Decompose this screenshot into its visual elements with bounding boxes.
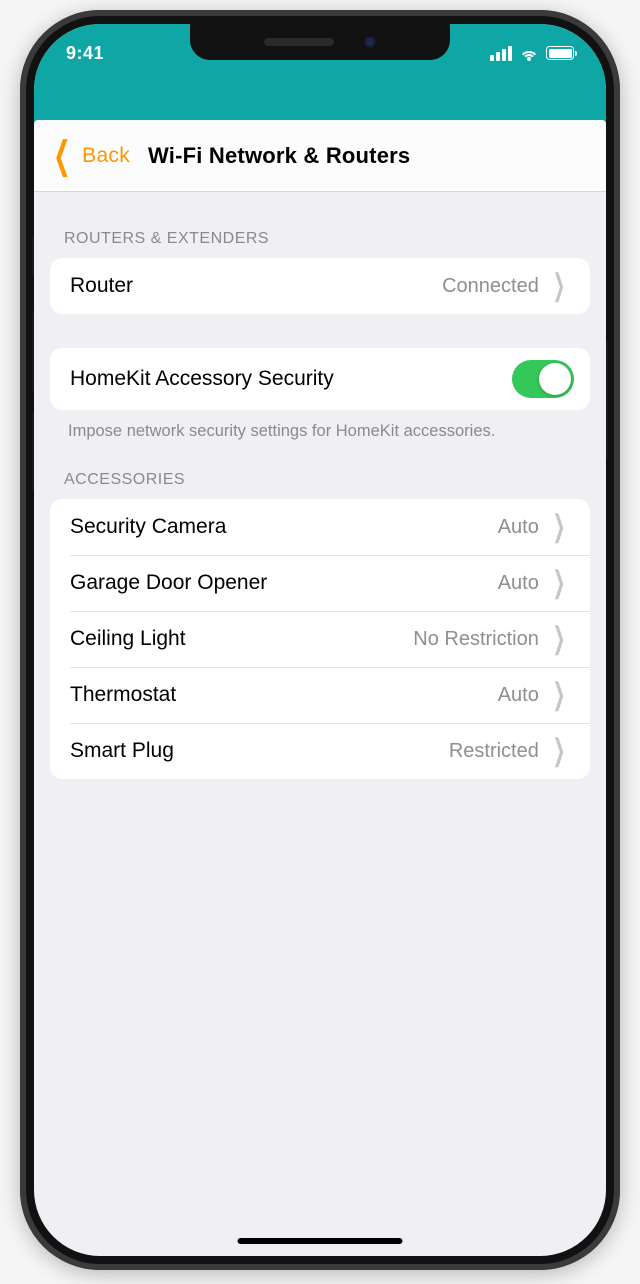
battery-icon <box>546 46 574 60</box>
device-frame: 9:41 ❮ Back Wi-Fi Network & Routers ROUT… <box>20 10 620 1270</box>
row-accessory-ceiling-light[interactable]: Ceiling Light No Restriction ❯ <box>50 611 590 667</box>
group-accessories: Security Camera Auto ❯ Garage Door Opene… <box>50 499 590 779</box>
home-indicator[interactable] <box>238 1238 403 1244</box>
row-accessory-smart-plug[interactable]: Smart Plug Restricted ❯ <box>50 723 590 779</box>
row-label: Ceiling Light <box>70 627 413 651</box>
row-label: Thermostat <box>70 683 498 707</box>
row-value: Auto <box>498 516 539 539</box>
row-accessory-thermostat[interactable]: Thermostat Auto ❯ <box>50 667 590 723</box>
row-accessory-garage-door[interactable]: Garage Door Opener Auto ❯ <box>50 555 590 611</box>
security-footer-note: Impose network security settings for Hom… <box>50 410 590 443</box>
row-router[interactable]: Router Connected ❯ <box>50 258 590 314</box>
row-value: Connected <box>442 275 539 298</box>
row-label: Router <box>70 274 442 298</box>
back-label: Back <box>82 144 130 168</box>
chevron-right-icon: ❯ <box>548 568 566 598</box>
chevron-right-icon: ❯ <box>548 736 566 766</box>
row-value: Restricted <box>449 740 539 763</box>
notch <box>190 24 450 60</box>
wifi-icon <box>519 46 539 61</box>
chevron-right-icon: ❯ <box>548 271 566 301</box>
row-accessory-security-camera[interactable]: Security Camera Auto ❯ <box>50 499 590 555</box>
security-toggle[interactable] <box>512 360 574 398</box>
status-indicators <box>490 40 574 61</box>
navigation-bar: ❮ Back Wi-Fi Network & Routers <box>34 120 606 192</box>
cellular-icon <box>490 46 512 61</box>
front-camera <box>364 36 376 48</box>
page-title: Wi-Fi Network & Routers <box>130 143 606 169</box>
row-value: No Restriction <box>413 628 539 651</box>
scroll-content[interactable]: ROUTERS & EXTENDERS Router Connected ❯ H… <box>34 192 606 1256</box>
group-security: HomeKit Accessory Security <box>50 348 590 410</box>
chevron-left-icon: ❮ <box>53 137 71 175</box>
toggle-knob <box>539 363 571 395</box>
back-button[interactable]: ❮ Back <box>34 137 130 175</box>
section-header-accessories: ACCESSORIES <box>50 443 590 499</box>
row-label: Smart Plug <box>70 739 449 763</box>
speaker-grill <box>264 38 334 46</box>
spacer <box>50 314 590 348</box>
row-value: Auto <box>498 684 539 707</box>
row-label: Security Camera <box>70 515 498 539</box>
row-label: Garage Door Opener <box>70 571 498 595</box>
chevron-right-icon: ❯ <box>548 680 566 710</box>
chevron-right-icon: ❯ <box>548 512 566 542</box>
status-time: 9:41 <box>66 37 104 64</box>
row-value: Auto <box>498 572 539 595</box>
section-header-routers: ROUTERS & EXTENDERS <box>50 192 590 258</box>
row-label: HomeKit Accessory Security <box>70 367 512 391</box>
screen: 9:41 ❮ Back Wi-Fi Network & Routers ROUT… <box>34 24 606 1256</box>
row-homekit-security[interactable]: HomeKit Accessory Security <box>50 348 590 410</box>
chevron-right-icon: ❯ <box>548 624 566 654</box>
group-routers: Router Connected ❯ <box>50 258 590 314</box>
